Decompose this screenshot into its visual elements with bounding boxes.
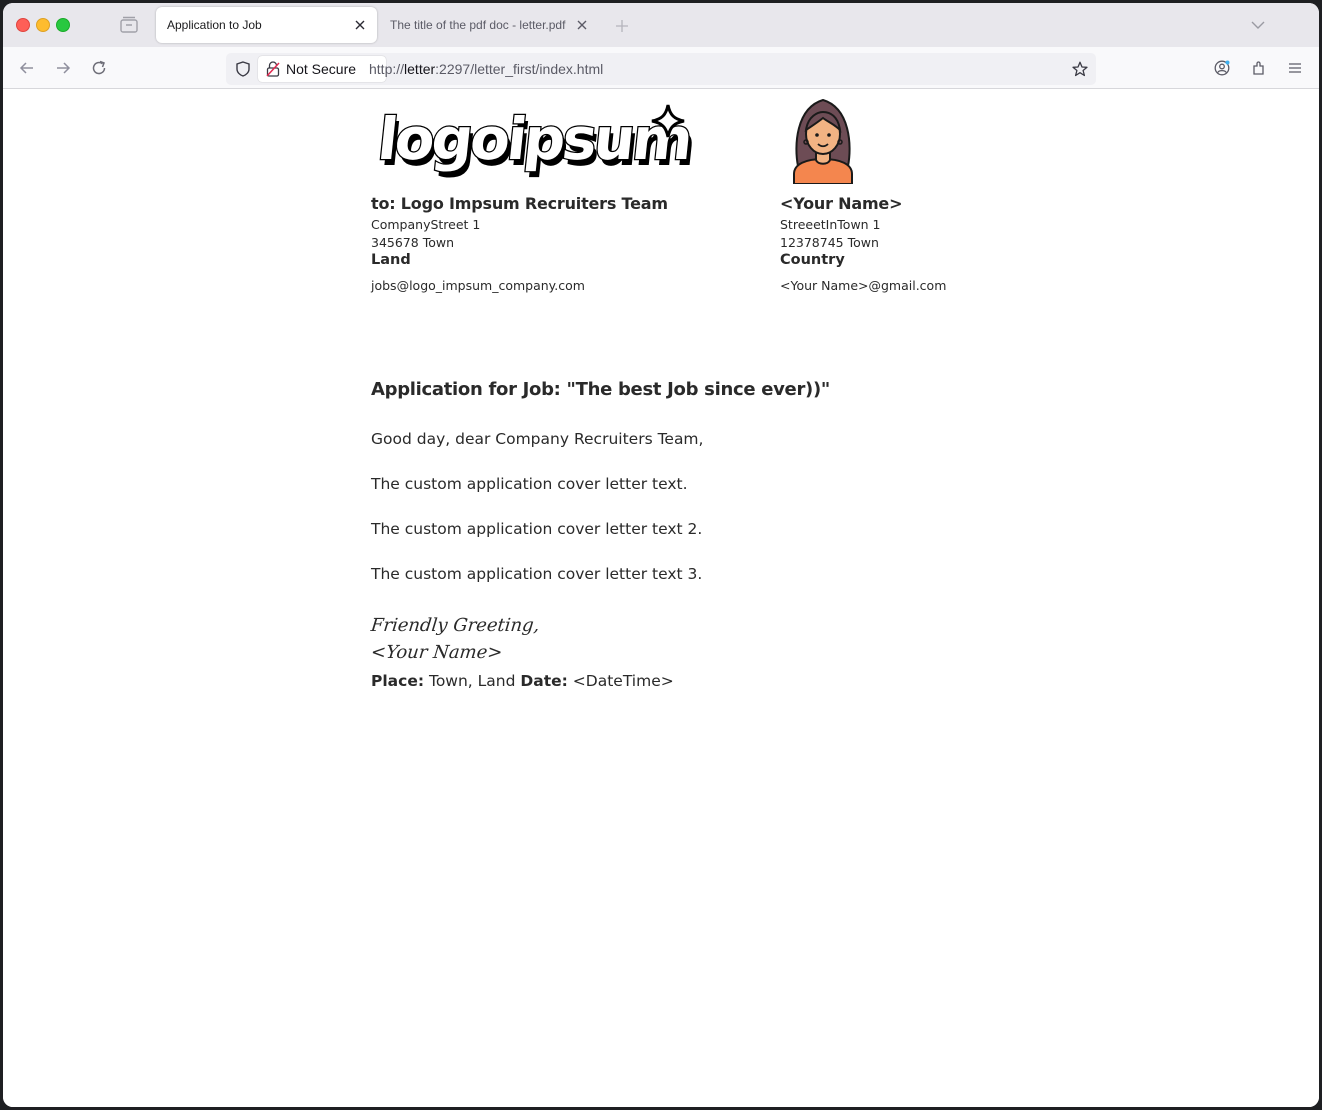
letter-paragraph: The custom application cover letter text… — [371, 520, 703, 538]
list-all-tabs-icon[interactable] — [1251, 20, 1265, 30]
tab-application-to-job[interactable]: Application to Job — [156, 7, 377, 43]
url-text[interactable]: http://letter:2297/letter_first/index.ht… — [369, 61, 603, 77]
recipient-email: jobs@logo_impsum_company.com — [371, 278, 585, 293]
svg-text:logoipsum: logoipsum — [378, 105, 692, 173]
window-close-button[interactable] — [16, 18, 30, 32]
tab-title: The title of the pdf doc - letter.pdf — [390, 18, 566, 32]
url-host: letter — [404, 61, 436, 77]
avatar-woman-icon — [793, 98, 853, 184]
reload-icon[interactable] — [91, 60, 107, 76]
place-date-line: Place: Town, Land Date: <DateTime> — [371, 672, 674, 690]
letter-greeting: Good day, dear Company Recruiters Team, — [371, 430, 704, 448]
tracking-protection-shield-icon[interactable] — [235, 61, 251, 77]
window-zoom-button[interactable] — [56, 18, 70, 32]
page-content: logoipsum logoipsum to: Logo Impsum Recr… — [3, 89, 1319, 1107]
site-security-button[interactable]: Not Secure — [258, 56, 386, 82]
close-tab-icon[interactable] — [575, 18, 589, 32]
sender-address: <Your Name> StreeetInTown 1 12378745 Tow… — [780, 194, 1140, 293]
logoipsum-logo: logoipsum logoipsum — [378, 104, 692, 179]
extensions-icon[interactable] — [1251, 60, 1267, 76]
recipient-heading: to: Logo Impsum Recruiters Team — [371, 194, 668, 213]
letter-subject: Application for Job: "The best Job since… — [371, 379, 830, 400]
menu-hamburger-icon[interactable] — [1287, 60, 1303, 76]
recipient-street: CompanyStreet 1 — [371, 217, 481, 232]
recipient-city: 345678 Town — [371, 235, 454, 250]
recipient-address: to: Logo Impsum Recruiters Team CompanyS… — [371, 194, 751, 293]
place-label: Place: — [371, 672, 425, 690]
new-tab-icon[interactable] — [615, 19, 629, 33]
not-secure-label: Not Secure — [286, 61, 357, 77]
account-icon[interactable] — [1214, 60, 1230, 76]
address-bar[interactable]: Not Secure http://letter:2297/letter_fir… — [226, 53, 1096, 85]
window-minimize-button[interactable] — [36, 18, 50, 32]
url-scheme: http:// — [369, 61, 405, 77]
letter-paragraph: The custom application cover letter text… — [371, 475, 688, 493]
sender-city: 12378745 Town — [780, 235, 879, 250]
tab-pdf-letter[interactable]: The title of the pdf doc - letter.pdf — [379, 7, 599, 43]
sender-country: Country — [780, 252, 845, 268]
tab-strip: Application to Job The title of the pdf … — [3, 3, 1319, 47]
date-label: Date: — [520, 672, 568, 690]
letter-paragraph: The custom application cover letter text… — [371, 565, 703, 583]
letter-closing: Friendly Greeting, — [369, 615, 541, 636]
sender-heading: <Your Name> — [780, 194, 903, 213]
browser-window: Application to Job The title of the pdf … — [3, 3, 1319, 1107]
recipient-country: Land — [371, 252, 411, 268]
date-value: <DateTime> — [572, 672, 674, 690]
place-value: Town, Land — [428, 672, 516, 690]
tab-title: Application to Job — [167, 18, 262, 32]
insecure-lock-icon — [266, 61, 280, 77]
letter-signature: <Your Name> — [369, 642, 504, 663]
url-path: :2297/letter_first/index.html — [435, 61, 604, 77]
sender-street: StreeetInTown 1 — [780, 217, 881, 232]
tab-overview-icon[interactable] — [119, 16, 139, 34]
back-icon[interactable] — [19, 60, 35, 76]
close-tab-icon[interactable] — [353, 18, 367, 32]
bookmark-star-icon[interactable] — [1072, 61, 1088, 77]
forward-icon[interactable] — [55, 60, 71, 76]
navigation-toolbar: Not Secure http://letter:2297/letter_fir… — [3, 47, 1319, 89]
sender-email: <Your Name>@gmail.com — [780, 278, 947, 293]
